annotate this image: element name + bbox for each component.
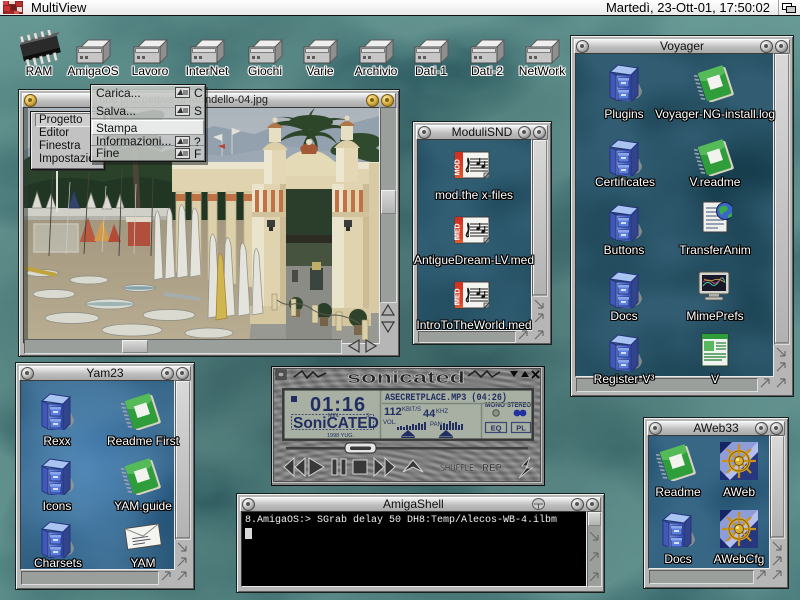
svg-text:SHUFFLE: SHUFFLE <box>440 462 474 474</box>
svg-text:PL: PL <box>516 424 526 433</box>
svg-text:REP: REP <box>482 462 502 474</box>
svg-text:1998 YUG.: 1998 YUG. <box>327 433 355 439</box>
svg-text:VOL.: VOL. <box>383 420 397 426</box>
svg-text:112: 112 <box>384 406 402 418</box>
svg-text:KBIT/S: KBIT/S <box>402 407 421 413</box>
svg-text:KHZ: KHZ <box>436 409 448 415</box>
svg-text:44: 44 <box>423 408 436 420</box>
svg-text:EQ: EQ <box>491 424 502 433</box>
svg-text:sonicated: sonicated <box>347 368 465 387</box>
